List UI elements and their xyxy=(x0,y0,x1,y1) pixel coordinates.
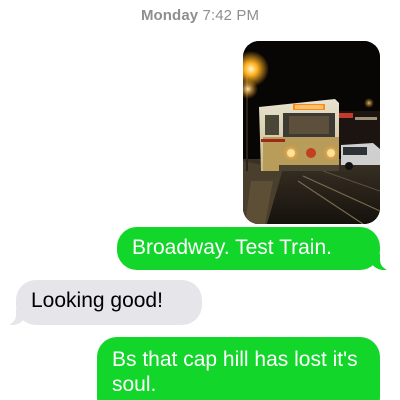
received-message-bubble[interactable]: Looking good! xyxy=(4,280,202,325)
streetcar-photo-image xyxy=(243,41,380,224)
sent-message-bubble[interactable]: Broadway. Test Train. xyxy=(117,227,392,270)
timestamp-day: Monday xyxy=(140,7,199,24)
message-text: Looking good! xyxy=(31,289,163,312)
sent-message-bubble[interactable]: Bs that cap hill has lost it's soul. xyxy=(97,337,392,400)
messages-thread[interactable]: Monday 7:42 PM Broadway. Test Train. Loo… xyxy=(0,0,400,400)
timestamp-time: 7:42 PM xyxy=(202,7,260,24)
photo-message[interactable] xyxy=(243,41,380,224)
message-timestamp: Monday 7:42 PM xyxy=(0,7,400,24)
message-text: Bs that cap hill has lost it's soul. xyxy=(112,348,358,396)
message-text: Broadway. Test Train. xyxy=(132,236,332,259)
